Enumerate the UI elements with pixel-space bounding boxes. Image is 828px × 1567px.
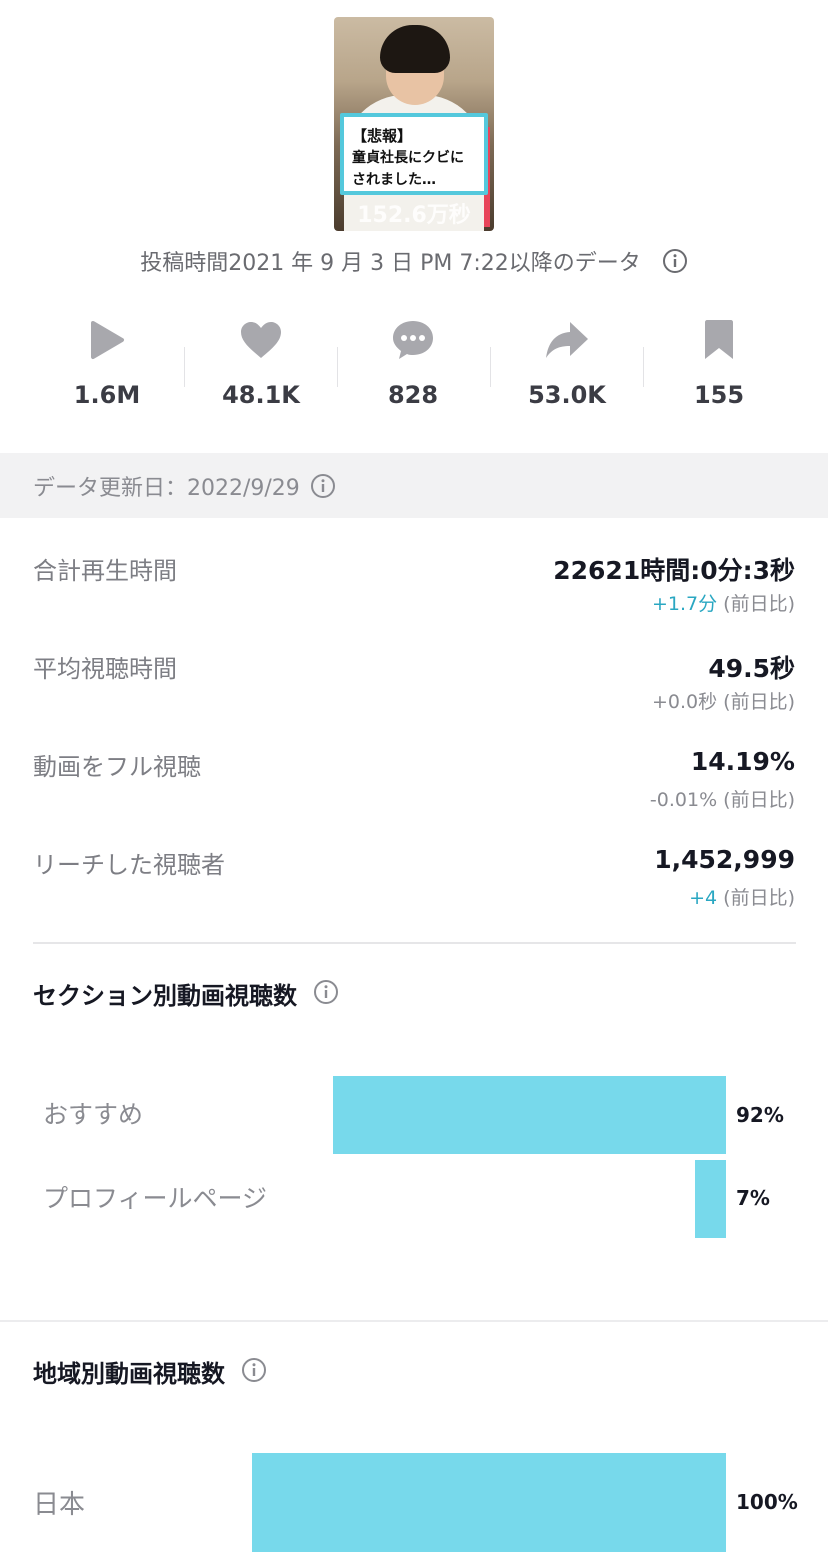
stat-divider xyxy=(490,347,491,387)
thumbnail-hair xyxy=(380,25,450,73)
metric-reached-viewers-value: 1,452,999 xyxy=(654,845,795,874)
metric-full-watch-diff: -0.01% (前日比) xyxy=(650,785,795,812)
diff-value: -0.01% xyxy=(649,789,718,811)
section-percent: 92% xyxy=(736,1103,784,1127)
data-updated-text: データ更新日：2022/9/29 xyxy=(33,475,300,501)
divider xyxy=(33,942,796,944)
info-icon[interactable] xyxy=(313,979,339,1011)
region-percent: 100% xyxy=(736,1490,798,1514)
diff-suffix: (前日比) xyxy=(717,887,795,909)
stat-shares: 53.0K xyxy=(492,315,642,409)
stat-views-value: 1.6M xyxy=(73,381,141,409)
metric-reached-viewers-diff: +4 (前日比) xyxy=(689,883,795,910)
metric-reached-viewers-label: リーチした視聴者 xyxy=(33,851,225,879)
diff-suffix: (前日比) xyxy=(717,691,795,713)
diff-suffix: (前日比) xyxy=(717,593,795,615)
section-percent: 7% xyxy=(736,1186,770,1210)
section-label: おすすめ xyxy=(43,1100,144,1129)
section-divider xyxy=(0,1320,828,1322)
stat-divider xyxy=(184,347,185,387)
region-bar xyxy=(252,1453,726,1552)
stat-shares-value: 53.0K xyxy=(528,381,606,409)
bookmark-icon xyxy=(644,315,794,365)
info-icon[interactable] xyxy=(241,1357,267,1389)
section-bar xyxy=(695,1160,726,1238)
section-views-title-text: セクション別動画視聴数 xyxy=(33,982,297,1010)
comment-icon xyxy=(338,315,488,365)
stat-likes-value: 48.1K xyxy=(222,381,300,409)
stat-comments: 828 xyxy=(338,315,488,409)
metric-total-play-time-value: 22621時間:0分:3秒 xyxy=(553,556,795,585)
info-icon[interactable] xyxy=(310,473,336,499)
section-bar xyxy=(333,1076,726,1154)
stat-saves: 155 xyxy=(644,315,794,409)
posted-time-text: 投稿時間2021 年 9 月 3 日 PM 7:22以降のデータ xyxy=(140,251,641,276)
diff-value: +1.7分 xyxy=(651,593,718,615)
metric-avg-watch-time-diff: +0.0秒 (前日比) xyxy=(652,687,795,714)
data-updated-band: データ更新日：2022/9/29 xyxy=(0,453,828,518)
section-views-title: セクション別動画視聴数 xyxy=(33,976,339,1013)
region-views-title: 地域別動画視聴数 xyxy=(33,1354,267,1391)
metric-avg-watch-time-label: 平均視聴時間 xyxy=(33,655,177,683)
diff-value: +0.0秒 xyxy=(651,691,718,713)
stat-likes: 48.1K xyxy=(186,315,336,409)
play-icon xyxy=(32,315,182,365)
region-label: 日本 xyxy=(33,1490,86,1520)
thumbnail-overlay-text: 152.6万秒 xyxy=(357,203,471,228)
metric-total-play-time-label: 合計再生時間 xyxy=(33,557,177,585)
metric-total-play-time-diff: +1.7分 (前日比) xyxy=(652,589,795,616)
metric-full-watch-label: 動画をフル視聴 xyxy=(33,753,201,781)
metric-full-watch-value: 14.19% xyxy=(690,747,795,776)
video-thumbnail[interactable]: 152.6万秒 【悲報】 童貞社長にクビに されました… xyxy=(334,17,494,231)
diff-suffix: (前日比) xyxy=(717,789,795,811)
stat-comments-value: 828 xyxy=(387,381,439,409)
stat-saves-value: 155 xyxy=(693,381,745,409)
info-icon[interactable] xyxy=(662,248,688,280)
metric-avg-watch-time-value: 49.5秒 xyxy=(708,654,795,683)
region-views-title-text: 地域別動画視聴数 xyxy=(33,1360,225,1388)
posted-time-row: 投稿時間2021 年 9 月 3 日 PM 7:22以降のデータ xyxy=(0,245,828,280)
stat-views: 1.6M xyxy=(32,315,182,409)
heart-icon xyxy=(186,315,336,365)
share-icon xyxy=(492,315,642,365)
thumbnail-caption: 【悲報】 童貞社長にクビに されました… xyxy=(340,113,488,195)
diff-value: +4 xyxy=(689,887,718,909)
section-label: プロフィールページ xyxy=(43,1184,268,1213)
